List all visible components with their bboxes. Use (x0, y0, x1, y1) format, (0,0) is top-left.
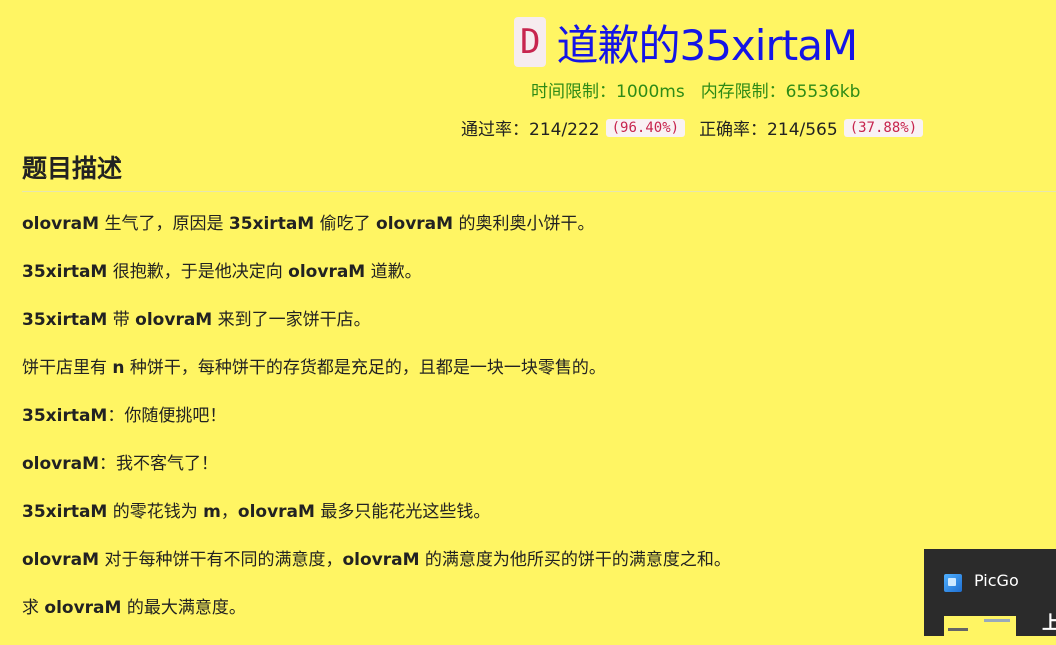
problem-header: D 道歉的35xirtaM 时间限制：1000ms 内存限制：65536kb 通过… (0, 0, 1056, 140)
desc-paragraph: 求 olovraM 的最大满意度。 (22, 598, 246, 618)
desc-paragraph: 35xirtaM 很抱歉，于是他决定向 olovraM 道歉。 (22, 262, 422, 282)
name-bold: olovraM (342, 550, 420, 570)
picgo-notification[interactable]: PicGo 上 (924, 549, 1056, 636)
var-bold: n (112, 358, 125, 378)
pass-rate-label: 通过率：214/222 (461, 120, 600, 140)
notification-side-text: 上 (1042, 613, 1056, 634)
section-title: 题目描述 (22, 154, 123, 183)
name-bold: olovraM (22, 550, 100, 570)
name-bold: 35xirtaM (22, 310, 108, 330)
notification-title: PicGo (974, 571, 1019, 590)
name-bold: 35xirtaM (22, 406, 108, 426)
problem-description: olovraM 生气了，原因是 35xirtaM 偷吃了 olovraM 的奥利… (22, 213, 1022, 645)
name-bold: olovraM (288, 262, 366, 282)
name-bold: 35xirtaM (22, 502, 108, 522)
limits: 时间限制：1000ms 内存限制：65536kb (531, 77, 860, 102)
problem-title-line: D 道歉的35xirtaM (514, 12, 858, 72)
name-bold: olovraM (135, 310, 213, 330)
name-bold: 35xirtaM (22, 262, 108, 282)
screenshot-thumbnail[interactable] (944, 616, 1016, 636)
stats: 通过率：214/222 (96.40%) 正确率：214/565 (37.88%… (461, 115, 924, 140)
picgo-icon (944, 574, 962, 592)
name-bold: 35xirtaM (228, 214, 315, 234)
name-bold: olovraM (22, 454, 100, 474)
name-bold: olovraM (22, 214, 100, 234)
divider (22, 191, 1056, 192)
desc-paragraph: 35xirtaM 的零花钱为 m，olovraM 最多只能花光这些钱。 (22, 502, 491, 522)
memory-limit: 内存限制：65536kb (700, 82, 861, 102)
desc-paragraph: olovraM 生气了，原因是 35xirtaM 偷吃了 olovraM 的奥利… (22, 214, 595, 234)
correct-rate-percent: (37.88%) (843, 118, 924, 137)
name-bold: olovraM (237, 502, 315, 522)
desc-paragraph: olovraM 对于每种饼干有不同的满意度，olovraM 的满意度为他所买的饼… (22, 550, 731, 570)
time-limit: 时间限制：1000ms (531, 82, 685, 102)
desc-paragraph: 饼干店里有 n 种饼干，每种饼干的存货都是充足的，且都是一块一块零售的。 (22, 358, 606, 378)
desc-paragraph: 35xirtaM：你随便挑吧！ (22, 406, 227, 426)
desc-paragraph: 35xirtaM 带 olovraM 来到了一家饼干店。 (22, 310, 371, 330)
pass-rate-percent: (96.40%) (605, 118, 686, 137)
problem-title: 道歉的35xirtaM (556, 20, 858, 70)
name-bold: olovraM (376, 214, 454, 234)
desc-paragraph: olovraM：我不客气了！ (22, 454, 219, 474)
problem-id-badge: D (514, 17, 547, 67)
correct-rate-label: 正确率：214/565 (699, 120, 838, 140)
var-bold: m (203, 502, 221, 522)
name-bold: olovraM (44, 598, 122, 618)
